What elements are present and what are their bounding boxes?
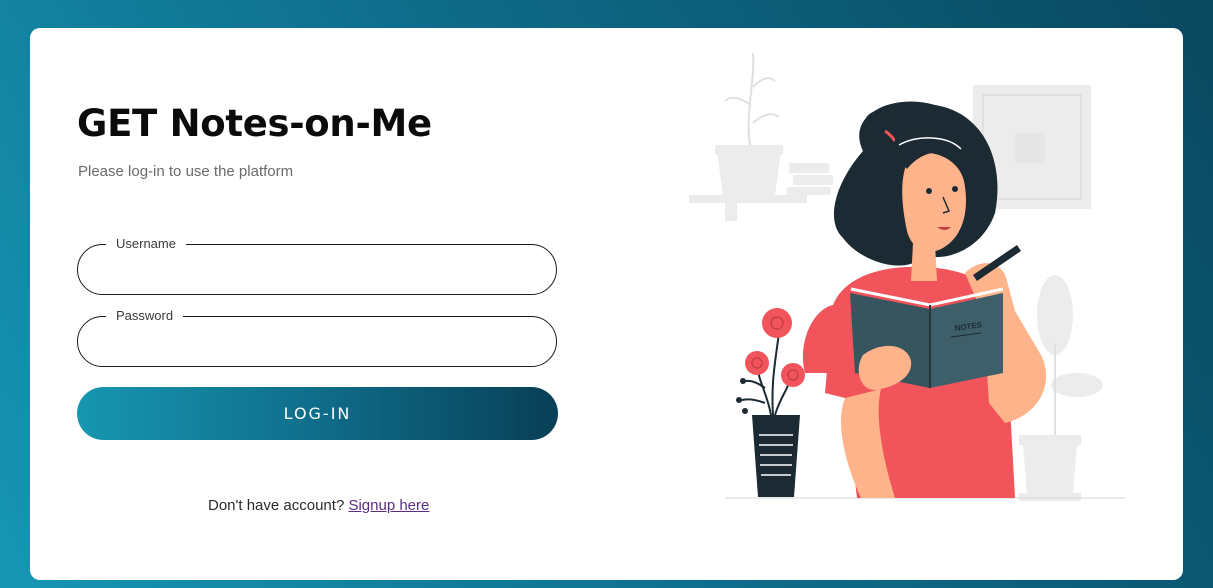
page-title: GET Notes-on-Me: [77, 102, 432, 145]
signup-link[interactable]: Signup here: [348, 497, 429, 514]
signup-prompt: Don't have account?: [208, 497, 345, 514]
password-label: Password: [106, 307, 184, 325]
flower-pot: [736, 308, 805, 497]
signup-row: Don't have account? Signup here: [208, 497, 429, 514]
page-subtitle: Please log-in to use the platform: [78, 163, 294, 180]
login-button[interactable]: LOG-IN: [77, 387, 558, 440]
username-label: Username: [106, 235, 186, 253]
password-field[interactable]: Password: [77, 307, 557, 367]
username-field[interactable]: Username: [77, 235, 557, 295]
login-card: GET Notes-on-Me Please log-in to use the…: [30, 28, 1183, 580]
woman-reading-notes-illustration: NOTES: [689, 52, 1125, 501]
